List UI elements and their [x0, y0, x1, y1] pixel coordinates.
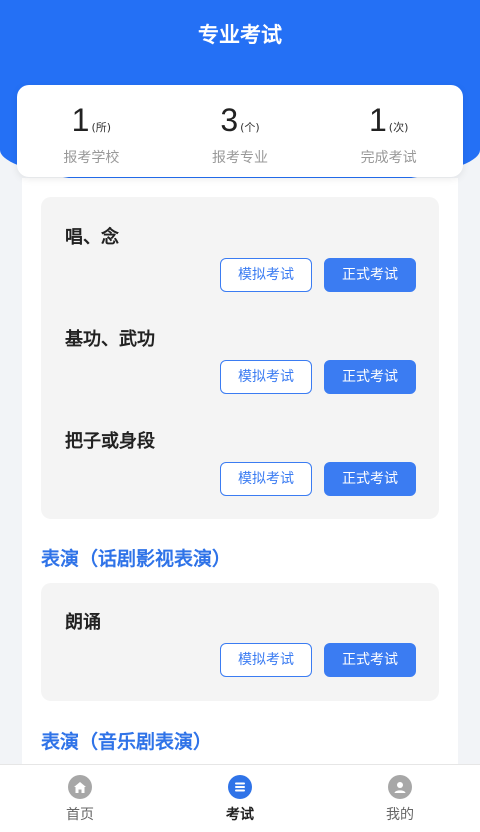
stat-unit: (所): [91, 121, 112, 134]
stat-schools[interactable]: 1 (所) 报考学校: [17, 85, 166, 177]
stat-value: 1: [368, 102, 387, 138]
section-title-drama: 表演（话剧影视表演）: [41, 548, 232, 570]
tab-exam[interactable]: 考试: [160, 765, 320, 832]
home-icon: [68, 775, 92, 799]
formal-exam-button[interactable]: 正式考试: [324, 462, 416, 496]
subject-name: 把子或身段: [65, 431, 155, 452]
tab-profile[interactable]: 我的: [320, 765, 480, 832]
subject-card: 唱、念 模拟考试 正式考试 基功、武功 模拟考试 正式考试 把子或身段 模拟考试…: [41, 197, 439, 519]
stat-label: 报考学校: [63, 150, 120, 166]
mock-exam-button[interactable]: 模拟考试: [220, 462, 312, 496]
stat-value: 3: [220, 102, 239, 138]
stat-label: 完成考试: [360, 150, 417, 166]
stat-unit: (次): [388, 121, 409, 134]
mock-exam-button[interactable]: 模拟考试: [220, 360, 312, 394]
stats-panel: 1 (所) 报考学校 3 (个) 报考专业 1 (次) 完成考试: [17, 85, 463, 177]
subject-name: 基功、武功: [65, 329, 155, 350]
formal-exam-button[interactable]: 正式考试: [324, 258, 416, 292]
profile-icon: [388, 775, 412, 799]
bottom-tab-bar: 首页 考试 我的: [0, 764, 480, 832]
stat-label: 报考专业: [212, 150, 268, 166]
tab-label: 考试: [226, 807, 254, 823]
mock-exam-button[interactable]: 模拟考试: [220, 258, 312, 292]
exam-icon: [228, 775, 252, 799]
stat-unit: (个): [240, 121, 260, 134]
exam-list[interactable]: 唱、念 模拟考试 正式考试 基功、武功 模拟考试 正式考试 把子或身段 模拟考试…: [22, 178, 458, 764]
tab-home[interactable]: 首页: [0, 765, 160, 832]
stat-majors[interactable]: 3 (个) 报考专业: [166, 85, 315, 177]
formal-exam-button[interactable]: 正式考试: [324, 360, 416, 394]
subject-card: 朗诵 模拟考试 正式考试: [41, 583, 439, 701]
section-title-musical: 表演（音乐剧表演）: [41, 731, 213, 753]
tab-label: 我的: [386, 807, 414, 823]
mock-exam-button[interactable]: 模拟考试: [220, 643, 312, 677]
stat-value: 1: [71, 102, 90, 138]
stat-completed[interactable]: 1 (次) 完成考试: [314, 85, 463, 177]
subject-name: 朗诵: [65, 612, 101, 633]
subject-name: 唱、念: [65, 227, 119, 248]
formal-exam-button[interactable]: 正式考试: [324, 643, 416, 677]
tab-label: 首页: [66, 807, 94, 823]
page-title: 专业考试: [198, 23, 282, 47]
